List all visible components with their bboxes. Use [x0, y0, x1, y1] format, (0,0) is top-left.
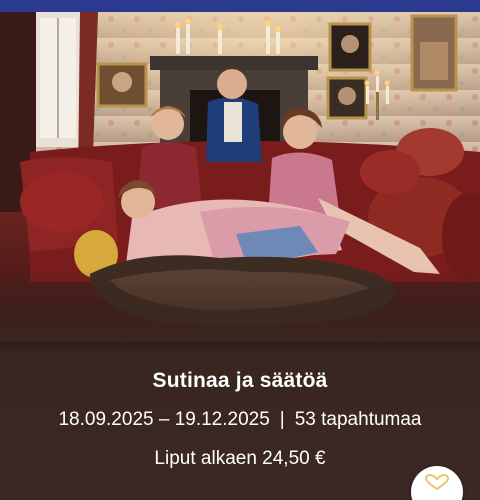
event-meta: 18.09.2025 – 19.12.2025 | 53 tapahtumaa	[0, 409, 480, 431]
meta-separator: |	[279, 409, 285, 430]
event-card[interactable]: Sutinaa ja säätöä 18.09.2025 – 19.12.202…	[0, 12, 480, 500]
top-bar	[0, 0, 480, 12]
event-info-panel: Sutinaa ja säätöä 18.09.2025 – 19.12.202…	[0, 337, 480, 500]
event-date-range: 18.09.2025 – 19.12.2025	[58, 409, 270, 430]
event-count: 53 tapahtumaa	[294, 409, 422, 430]
event-screen: Sutinaa ja säätöä 18.09.2025 – 19.12.202…	[0, 0, 480, 500]
event-price: Liput alkaen 24,50 €	[154, 448, 326, 469]
event-photo-illustration	[0, 12, 480, 342]
event-title[interactable]: Sutinaa ja säätöä	[0, 369, 480, 393]
event-photo[interactable]	[0, 12, 480, 342]
heart-outline-icon	[424, 474, 450, 490]
